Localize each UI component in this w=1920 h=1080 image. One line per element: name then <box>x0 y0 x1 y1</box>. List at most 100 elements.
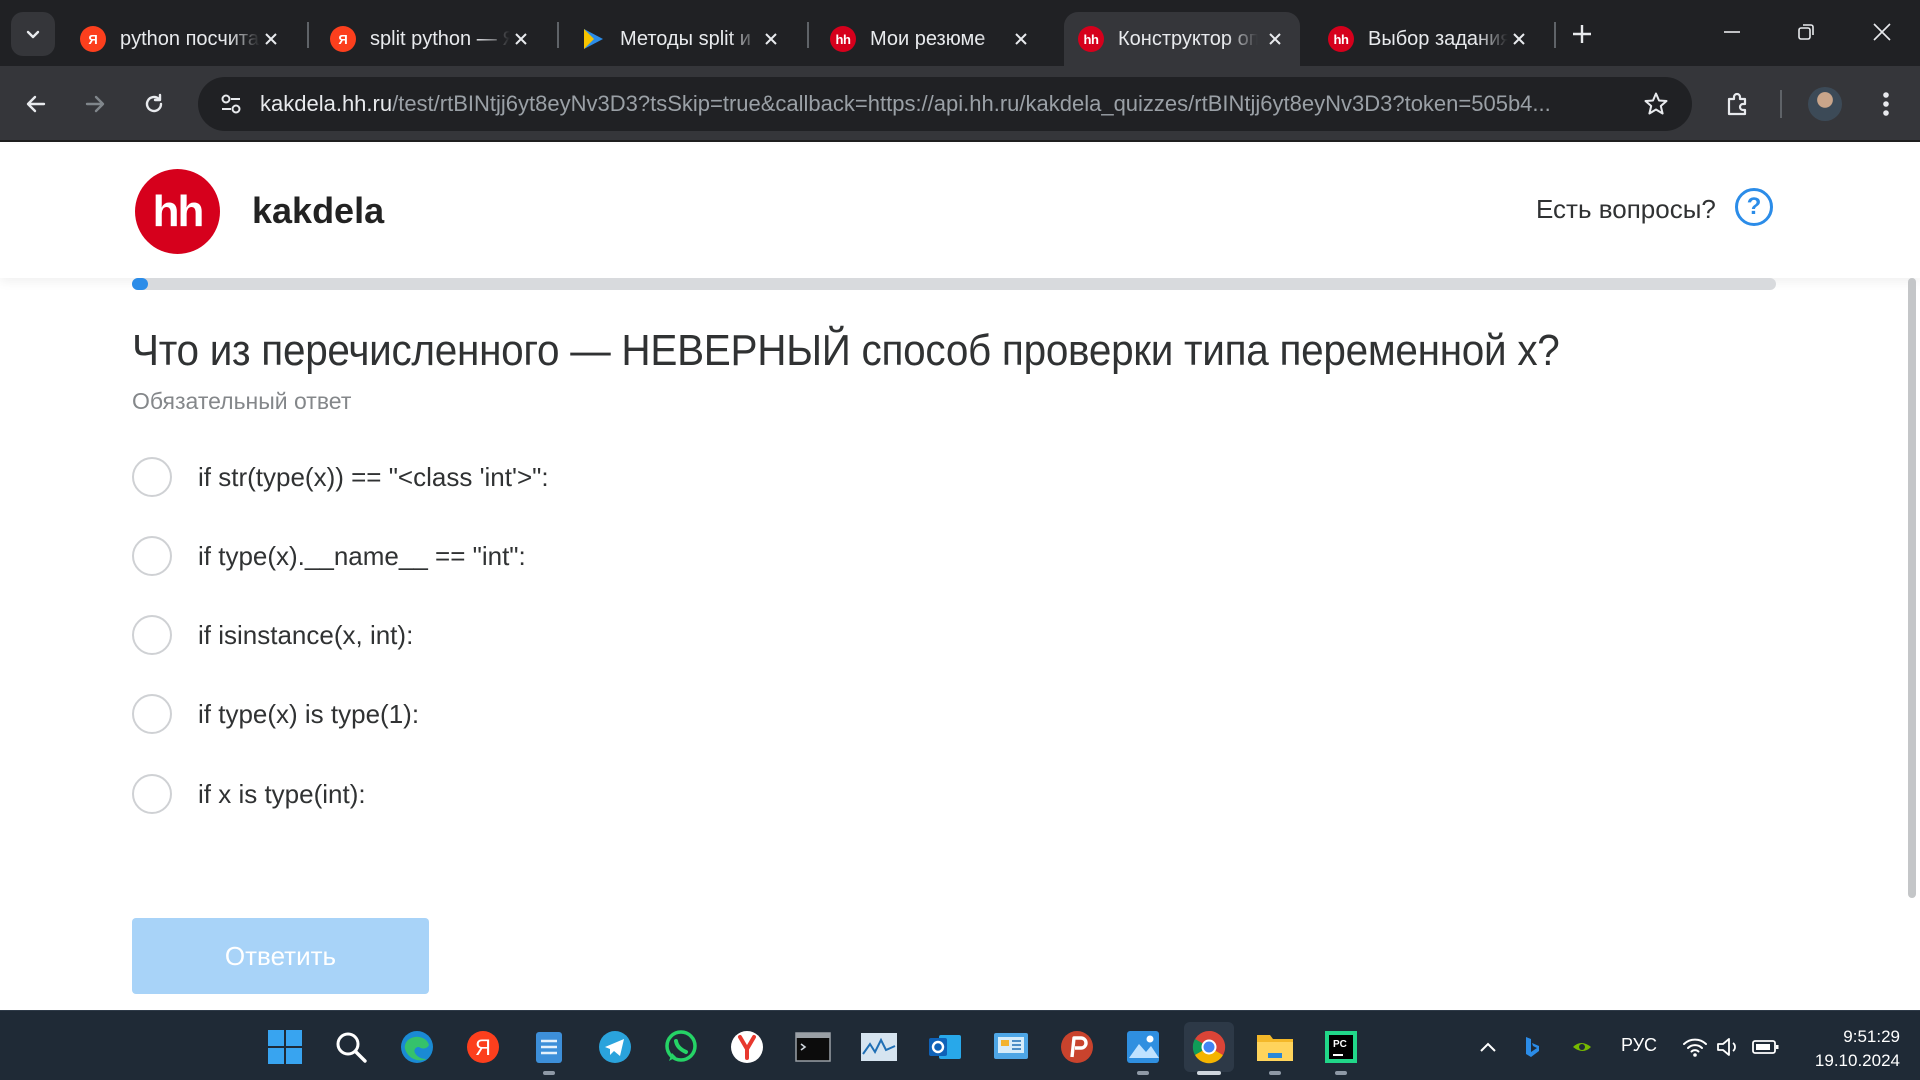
back-button[interactable] <box>16 84 56 124</box>
restore-icon <box>1798 24 1814 40</box>
hh-logo[interactable]: hh <box>135 169 220 254</box>
p-app-icon[interactable] <box>1052 1022 1102 1072</box>
tab-search-button[interactable] <box>11 12 55 56</box>
radio-button[interactable] <box>132 774 172 814</box>
windows-start-icon[interactable] <box>260 1022 310 1072</box>
tab-6[interactable]: hh Выбор задания <box>1314 12 1544 66</box>
telegram-icon[interactable] <box>590 1022 640 1072</box>
quiz-progress-bar <box>132 278 1776 290</box>
play-favicon-icon <box>580 26 606 52</box>
wifi-icon[interactable] <box>1681 1033 1709 1061</box>
tab-2[interactable]: Я split python — Яндекс <box>316 12 546 66</box>
pycharm-icon[interactable]: PC <box>1316 1022 1366 1075</box>
control-panel-icon[interactable] <box>986 1022 1036 1072</box>
yandex-browser-icon[interactable] <box>722 1022 772 1072</box>
minimize-icon <box>1724 31 1740 33</box>
submit-answer-button[interactable]: Ответить <box>132 918 429 994</box>
required-note: Обязательный ответ <box>132 388 352 414</box>
bing-icon[interactable] <box>1518 1033 1546 1061</box>
tab-5-active[interactable]: hh Конструктор опросов <box>1064 12 1300 66</box>
radio-button[interactable] <box>132 694 172 734</box>
restore-button[interactable] <box>1782 12 1830 52</box>
radio-button[interactable] <box>132 536 172 576</box>
answer-option[interactable]: if str(type(x)) == "<class 'int'>": <box>132 449 1032 505</box>
tab-title: python посчитать <box>120 27 260 50</box>
whatsapp-icon[interactable] <box>656 1022 706 1072</box>
close-tab-icon[interactable] <box>1008 26 1034 52</box>
tab-1[interactable]: Я python посчитать <box>66 12 296 66</box>
url-path: /test/rtBINtjj6yt8eyNv3D3?tsSkip=true&ca… <box>392 91 1551 116</box>
chrome-icon[interactable] <box>1184 1022 1234 1075</box>
tab-separator <box>807 22 809 48</box>
answer-option-label: if x is type(int): <box>198 778 366 809</box>
clock-time: 9:51:29 <box>1843 1027 1900 1046</box>
close-tab-icon[interactable] <box>1506 26 1532 52</box>
puzzle-icon <box>1727 92 1747 116</box>
system-clock[interactable]: 9:51:29 19.10.2024 <box>1790 1025 1900 1073</box>
browser-toolbar: kakdela.hh.ru/test/rtBINtjj6yt8eyNv3D3?t… <box>0 66 1920 142</box>
tab-3[interactable]: Методы split и <box>566 12 796 66</box>
extensions-button[interactable] <box>1718 84 1758 124</box>
tab-title: Методы split и <box>620 27 751 50</box>
url-text: kakdela.hh.ru/test/rtBINtjj6yt8eyNv3D3?t… <box>260 91 1630 117</box>
notepad-icon[interactable] <box>524 1022 574 1075</box>
close-tab-icon[interactable] <box>508 26 534 52</box>
answer-option[interactable]: if type(x).__name__ == "int": <box>132 528 1032 584</box>
arrow-left-icon <box>26 95 46 113</box>
close-tab-icon[interactable] <box>758 26 784 52</box>
close-icon <box>1873 23 1891 41</box>
answer-option-label: if str(type(x)) == "<class 'int'>": <box>198 461 549 492</box>
close-tab-icon[interactable] <box>1262 26 1288 52</box>
search-icon[interactable] <box>326 1022 376 1072</box>
browser-tab-strip: Я python посчитать Я split python — Янде… <box>0 0 1920 66</box>
new-tab-button[interactable] <box>1566 18 1598 50</box>
nvidia-icon[interactable] <box>1568 1033 1596 1061</box>
help-link[interactable]: Есть вопросы? <box>1536 194 1716 225</box>
answer-option-label: if type(x).__name__ == "int": <box>198 540 526 571</box>
file-explorer-icon[interactable] <box>1250 1022 1300 1075</box>
answer-option[interactable]: if type(x) is type(1): <box>132 686 1032 742</box>
site-info-button[interactable] <box>212 85 250 123</box>
question-mark-icon[interactable]: ? <box>1735 188 1773 226</box>
answer-option[interactable]: if isinstance(x, int): <box>132 607 1032 663</box>
terminal-icon[interactable] <box>788 1022 838 1072</box>
pycharm-letters: PC <box>1333 1039 1347 1050</box>
running-indicator <box>1197 1071 1221 1075</box>
running-indicator <box>543 1071 555 1075</box>
reload-button[interactable] <box>134 84 174 124</box>
running-indicator <box>1269 1071 1281 1075</box>
volume-icon[interactable] <box>1714 1033 1742 1061</box>
answer-option-label: if isinstance(x, int): <box>198 619 414 650</box>
toolbar-divider <box>1780 90 1782 118</box>
tab-title: Выбор задания <box>1368 27 1508 50</box>
radio-button[interactable] <box>132 615 172 655</box>
edge-icon[interactable] <box>392 1022 442 1072</box>
bookmark-button[interactable] <box>1640 88 1672 120</box>
running-indicator <box>1335 1071 1347 1075</box>
chevron-up-icon <box>1480 1042 1496 1052</box>
yandex-icon[interactable]: Я <box>458 1022 508 1072</box>
input-language-indicator[interactable]: РУС <box>1621 1035 1657 1056</box>
monitor-icon[interactable] <box>854 1022 904 1072</box>
clock-date: 19.10.2024 <box>1814 1051 1900 1070</box>
close-tab-icon[interactable] <box>258 26 284 52</box>
tab-separator <box>557 22 559 48</box>
show-hidden-icons-button[interactable] <box>1474 1033 1502 1061</box>
minimize-button[interactable] <box>1708 12 1756 52</box>
page-scrollbar[interactable] <box>1908 278 1916 898</box>
address-bar[interactable]: kakdela.hh.ru/test/rtBINtjj6yt8eyNv3D3?t… <box>198 77 1692 131</box>
site-settings-icon <box>221 94 241 114</box>
plus-icon <box>1573 25 1591 43</box>
outlook-icon[interactable] <box>920 1022 970 1072</box>
close-window-button[interactable] <box>1858 12 1906 52</box>
menu-button[interactable] <box>1866 84 1906 124</box>
radio-button[interactable] <box>132 457 172 497</box>
battery-icon[interactable] <box>1752 1033 1780 1061</box>
forward-button[interactable] <box>75 84 115 124</box>
photos-icon[interactable] <box>1118 1022 1168 1075</box>
answer-option[interactable]: if x is type(int): <box>132 766 1032 822</box>
profile-avatar[interactable] <box>1808 87 1842 121</box>
tab-separator <box>1554 22 1556 48</box>
question-title: Что из перечисленного — НЕВЕРНЫЙ способ … <box>132 326 1560 375</box>
tab-4[interactable]: hh Мои резюме <box>816 12 1046 66</box>
